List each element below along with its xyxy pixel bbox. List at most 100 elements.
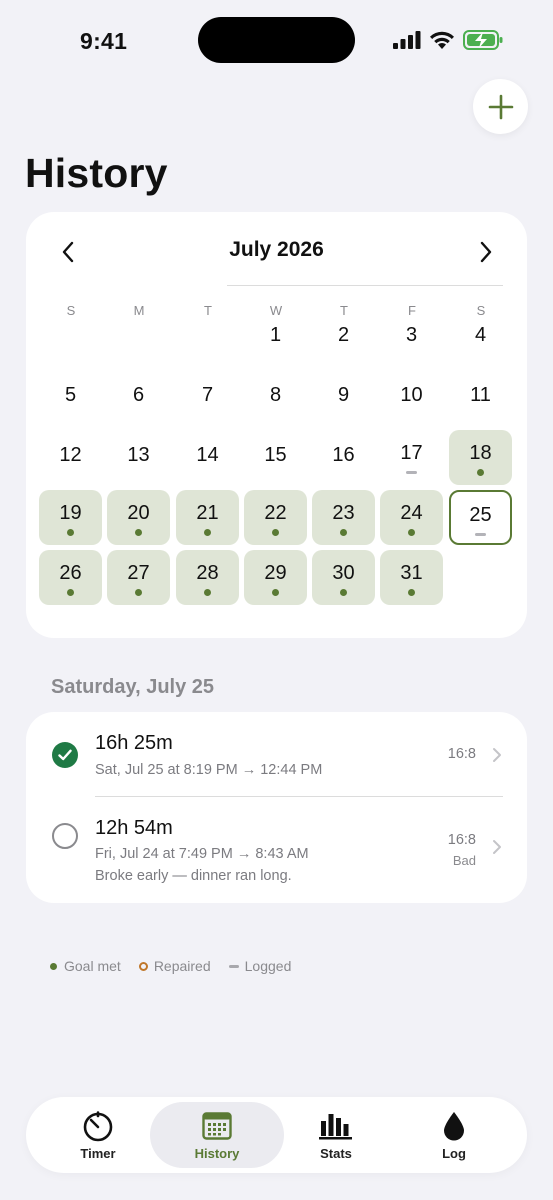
sessions-list: 16h 25m Sat, Jul 25 at 8:19 PM → 12:44 P… bbox=[26, 712, 527, 903]
logged-dash-icon bbox=[406, 471, 417, 474]
tab-timer[interactable]: Timer bbox=[31, 1097, 165, 1173]
day-number: 15 bbox=[264, 444, 287, 466]
calendar-day[interactable]: 26 bbox=[39, 550, 102, 605]
calendar-day[interactable]: 3 bbox=[380, 310, 443, 365]
calendar-day[interactable]: 16 bbox=[312, 430, 375, 485]
calendar-day[interactable]: 24 bbox=[380, 490, 443, 545]
calendar-day[interactable]: 1 bbox=[244, 310, 307, 365]
calendar-day[interactable]: 6 bbox=[107, 370, 170, 425]
goal-met-dot-icon bbox=[135, 529, 142, 536]
goal-met-dot-icon bbox=[204, 589, 211, 596]
weekday-label: S bbox=[66, 303, 76, 318]
goal-met-dot-icon bbox=[204, 529, 211, 536]
calendar-month-label: July 2026 bbox=[229, 238, 324, 261]
goal-missed-circle-icon bbox=[52, 823, 78, 849]
calendar-day[interactable]: 20 bbox=[107, 490, 170, 545]
legend-label: Goal met bbox=[64, 958, 121, 974]
chevron-right-icon bbox=[493, 840, 501, 854]
day-number: 23 bbox=[332, 502, 355, 524]
calendar-day[interactable]: 29 bbox=[244, 550, 307, 605]
calendar-day[interactable]: 11 bbox=[449, 370, 512, 425]
calendar-legend: Goal met Repaired Logged bbox=[50, 958, 309, 974]
day-number: 10 bbox=[400, 384, 423, 406]
calendar-day[interactable]: 14 bbox=[176, 430, 239, 485]
goal-met-dot-icon bbox=[50, 962, 57, 970]
calendar-day[interactable]: 30 bbox=[312, 550, 375, 605]
goal-met-dot-icon bbox=[272, 589, 279, 596]
tab-label: Timer bbox=[80, 1146, 116, 1161]
goal-met-dot-icon bbox=[408, 529, 415, 536]
calendar-day[interactable]: 17 bbox=[380, 430, 443, 485]
session-duration: 16h 25m bbox=[95, 732, 173, 754]
tab-log[interactable]: Log bbox=[387, 1097, 521, 1173]
calendar-day[interactable]: 31 bbox=[380, 550, 443, 605]
calendar-day[interactable]: 8 bbox=[244, 370, 307, 425]
day-number: 2 bbox=[337, 324, 350, 346]
repaired-ring-icon bbox=[138, 961, 148, 971]
session-time-range: Fri, Jul 24 at 7:49 PM → 8:43 AM bbox=[95, 846, 309, 862]
day-number: 16 bbox=[332, 444, 355, 466]
day-number: 14 bbox=[196, 444, 219, 466]
calendar-day[interactable]: 4 bbox=[449, 310, 512, 365]
logged-dash-icon bbox=[475, 533, 486, 536]
calendar-day[interactable]: 2 bbox=[312, 310, 375, 365]
session-row[interactable]: 16h 25m Sat, Jul 25 at 8:19 PM → 12:44 P… bbox=[26, 712, 527, 796]
day-number: 17 bbox=[400, 442, 423, 464]
calendar-divider bbox=[227, 285, 503, 286]
plus-icon bbox=[488, 94, 513, 119]
calendar-day[interactable]: 28 bbox=[176, 550, 239, 605]
tab-label: History bbox=[194, 1146, 240, 1161]
drop-icon bbox=[444, 1112, 464, 1141]
calendar-day-today[interactable]: 25 bbox=[449, 490, 512, 545]
calendar-day[interactable]: 22 bbox=[244, 490, 307, 545]
calendar-day[interactable]: 19 bbox=[39, 490, 102, 545]
calendar-day[interactable]: 12 bbox=[39, 430, 102, 485]
page-title: History bbox=[25, 150, 168, 196]
calendar-day[interactable]: 23 bbox=[312, 490, 375, 545]
calendar-day[interactable]: 27 bbox=[107, 550, 170, 605]
day-number: 18 bbox=[469, 442, 492, 464]
tab-stats[interactable]: Stats bbox=[269, 1097, 403, 1173]
day-number: 27 bbox=[127, 562, 150, 584]
next-month-button[interactable] bbox=[470, 236, 502, 268]
goal-met-dot-icon bbox=[67, 589, 74, 596]
add-session-button[interactable] bbox=[473, 79, 528, 134]
goal-met-dot-icon bbox=[477, 469, 484, 476]
day-number: 3 bbox=[405, 324, 418, 346]
session-mood: Bad bbox=[452, 853, 476, 868]
legend-logged: Logged bbox=[228, 958, 291, 974]
goal-met-dot-icon bbox=[408, 589, 415, 596]
calendar-day[interactable]: 18 bbox=[449, 430, 512, 485]
calendar-day[interactable]: 13 bbox=[107, 430, 170, 485]
day-number: 22 bbox=[264, 502, 287, 524]
tab-bar: Timer History Stats Log bbox=[26, 1097, 527, 1173]
bar-chart-icon bbox=[319, 1114, 352, 1140]
calendar-day[interactable]: 9 bbox=[312, 370, 375, 425]
calendar-day[interactable]: 5 bbox=[39, 370, 102, 425]
tab-label: Log bbox=[442, 1146, 466, 1161]
calendar-day[interactable]: 10 bbox=[380, 370, 443, 425]
status-time: 9:41 bbox=[80, 28, 128, 54]
logged-dash-icon bbox=[228, 964, 239, 968]
day-number: 6 bbox=[132, 384, 145, 406]
tab-history[interactable]: History bbox=[150, 1097, 284, 1173]
goal-met-dot-icon bbox=[272, 529, 279, 536]
chevron-right-icon bbox=[493, 748, 501, 762]
day-number: 5 bbox=[64, 384, 77, 406]
day-number: 1 bbox=[269, 324, 282, 346]
calendar-day[interactable]: 15 bbox=[244, 430, 307, 485]
battery-charging-icon bbox=[463, 30, 503, 50]
goal-met-dot-icon bbox=[135, 589, 142, 596]
session-time-range: Sat, Jul 25 at 8:19 PM → 12:44 PM bbox=[95, 762, 323, 778]
calendar-day[interactable]: 7 bbox=[176, 370, 239, 425]
day-number: 26 bbox=[59, 562, 82, 584]
weekday-label: M bbox=[133, 303, 145, 318]
calendar-day[interactable]: 21 bbox=[176, 490, 239, 545]
legend-repaired: Repaired bbox=[138, 958, 211, 974]
session-note: Broke early — dinner ran long. bbox=[95, 868, 292, 884]
session-plan: 16:8 bbox=[447, 746, 476, 762]
session-row[interactable]: 12h 54m Fri, Jul 24 at 7:49 PM → 8:43 AM… bbox=[26, 797, 527, 903]
day-number: 21 bbox=[196, 502, 219, 524]
session-plan: 16:8 bbox=[447, 832, 476, 848]
session-duration: 12h 54m bbox=[95, 817, 173, 839]
